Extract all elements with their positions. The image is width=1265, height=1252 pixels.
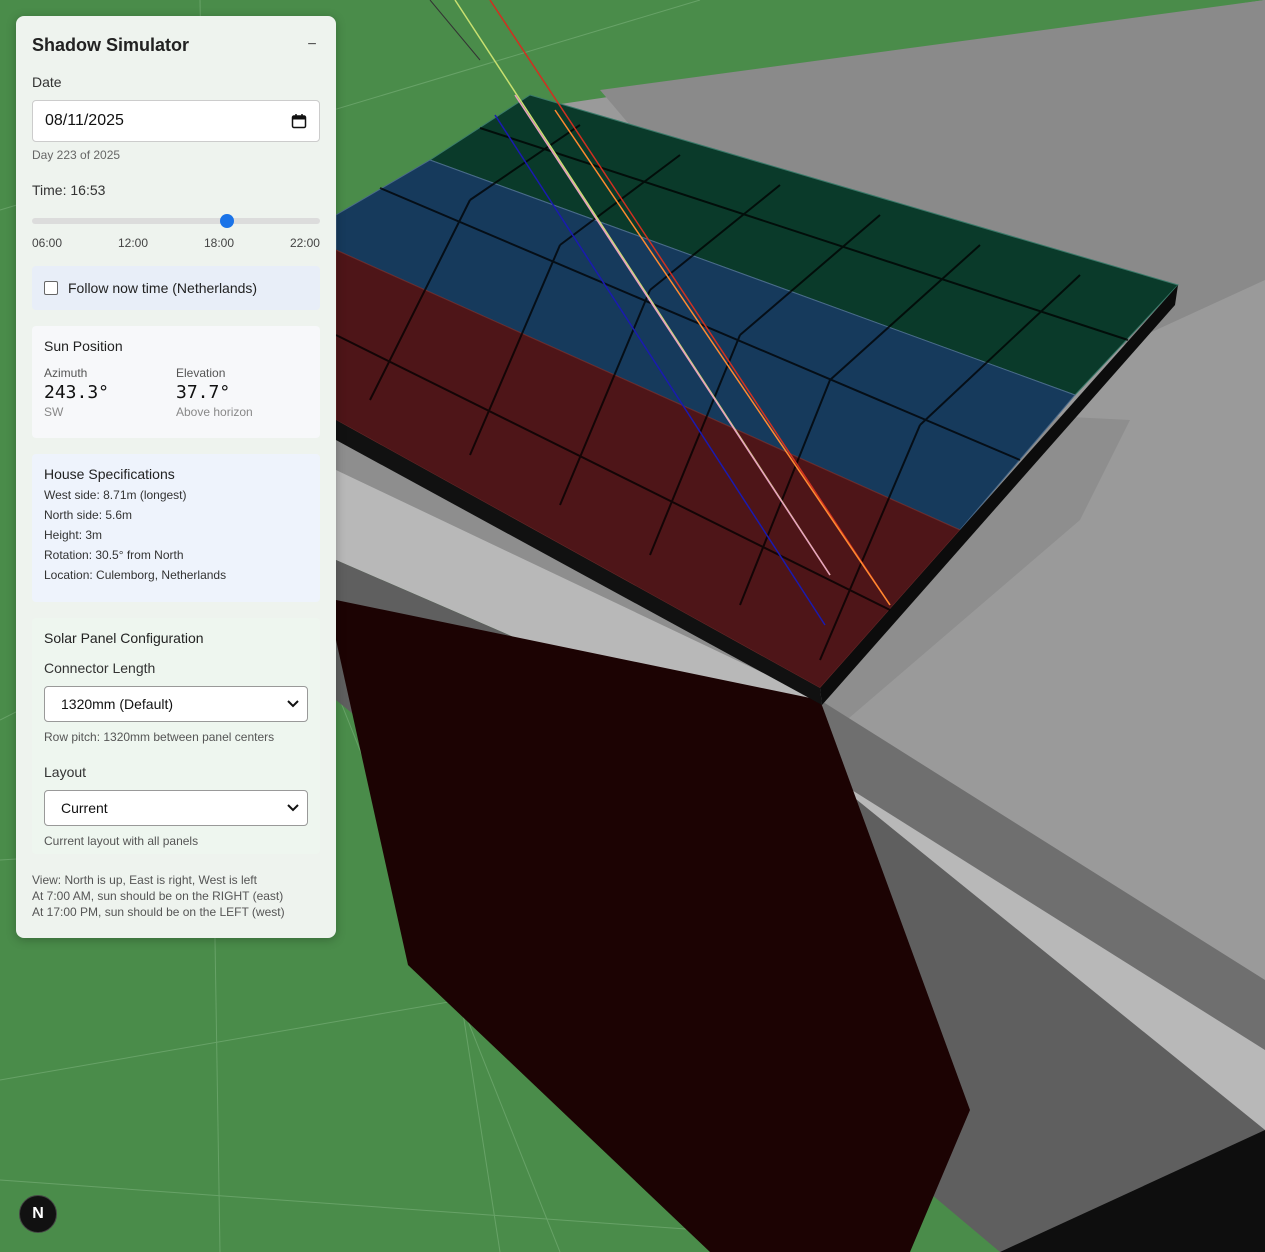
time-label: Time: 16:53 (32, 182, 106, 198)
tick-label: 18:00 (203, 236, 234, 250)
calendar-icon[interactable] (291, 113, 307, 129)
note-line: At 17:00 PM, sun should be on the LEFT (… (32, 905, 285, 919)
follow-now-checkbox[interactable] (44, 281, 58, 295)
follow-now-label: Follow now time (Netherlands) (68, 280, 258, 296)
chevron-down-icon (287, 804, 299, 812)
date-input[interactable]: 08/11/2025 (32, 100, 320, 142)
orientation-notes: View: North is up, East is right, West i… (32, 872, 320, 920)
tick-label: 06:00 (32, 236, 63, 250)
sun-position-card: Sun Position Azimuth 243.3° SW Elevation… (32, 326, 320, 438)
collapse-button[interactable]: − (304, 36, 320, 54)
layout-label: Layout (44, 764, 87, 780)
elevation-label: Elevation (176, 366, 226, 380)
badge-letter: N (32, 1205, 44, 1222)
slider-track (32, 218, 320, 224)
time-ticks: 06:00 12:00 18:00 22:00 (32, 236, 320, 250)
dev-tools-badge[interactable]: N (19, 1195, 57, 1233)
house-specs-card: House Specifications West side: 8.71m (l… (32, 454, 320, 602)
sun-position-grid: Azimuth 243.3° SW Elevation 37.7° Above … (44, 366, 308, 419)
connector-length-select[interactable]: 1320mm (Default) (44, 686, 308, 722)
azimuth-column: Azimuth 243.3° SW (44, 366, 176, 419)
elevation-column: Elevation 37.7° Above horizon (176, 366, 308, 419)
spec-line: Location: Culemborg, Netherlands (44, 568, 227, 582)
elevation-value: 37.7° (176, 382, 231, 403)
solar-config-card: Solar Panel Configuration Connector Leng… (32, 618, 320, 854)
date-value: 08/11/2025 (45, 112, 124, 129)
slider-thumb[interactable] (219, 214, 234, 228)
spec-line: West side: 8.71m (longest) (44, 488, 187, 502)
panel-header: Shadow Simulator − (32, 16, 320, 74)
layout-help: Current layout with all panels (44, 834, 199, 848)
sun-position-title: Sun Position (44, 338, 123, 354)
control-panel: Shadow Simulator − Date 08/11/2025 Day 2… (16, 16, 336, 938)
azimuth-value: 243.3° (44, 382, 110, 403)
time-slider[interactable] (32, 214, 320, 228)
house-specs-title: House Specifications (44, 466, 175, 482)
follow-now-toggle[interactable]: Follow now time (Netherlands) (32, 266, 320, 310)
solar-config-title: Solar Panel Configuration (44, 630, 204, 646)
azimuth-direction: SW (44, 405, 64, 419)
date-label: Date (32, 74, 62, 90)
connector-length-value: 1320mm (Default) (61, 696, 174, 712)
azimuth-label: Azimuth (44, 366, 88, 380)
tick-label: 22:00 (289, 236, 320, 250)
spec-line: Rotation: 30.5° from North (44, 548, 184, 562)
tick-label: 12:00 (117, 236, 149, 250)
note-line: View: North is up, East is right, West i… (32, 873, 257, 887)
panel-title: Shadow Simulator (32, 34, 190, 55)
layout-select[interactable]: Current (44, 790, 308, 826)
spec-line: Height: 3m (44, 528, 103, 542)
connector-length-label: Connector Length (44, 660, 156, 676)
elevation-status: Above horizon (176, 405, 253, 419)
chevron-down-icon (287, 700, 299, 708)
connector-help: Row pitch: 1320mm between panel centers (44, 730, 275, 744)
note-line: At 7:00 AM, sun should be on the RIGHT (… (32, 889, 284, 903)
layout-value: Current (61, 800, 108, 816)
spec-line: North side: 5.6m (44, 508, 133, 522)
day-of-year: Day 223 of 2025 (32, 148, 121, 162)
